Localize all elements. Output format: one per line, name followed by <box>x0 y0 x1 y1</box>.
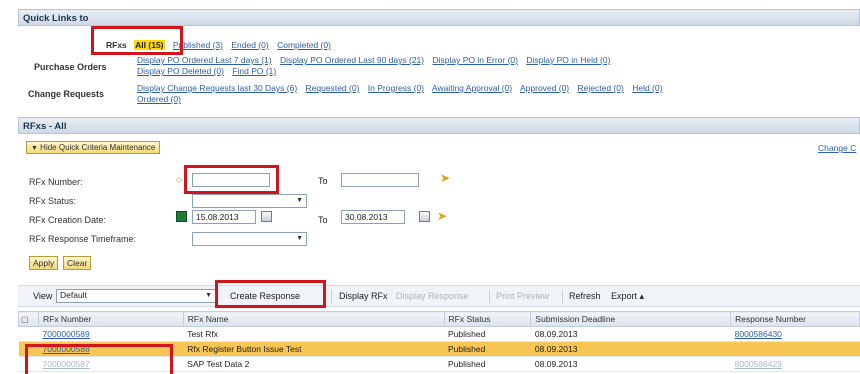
purchase-orders-line2: Display PO Deleted (0) Find PO (1) <box>137 66 282 76</box>
toolbar-separator <box>562 290 563 303</box>
row-selector[interactable] <box>18 326 39 342</box>
toolbar-separator <box>331 290 332 303</box>
cr-requested-link[interactable]: Requested (0) <box>306 83 360 93</box>
print-preview-button: Print Preview <box>496 291 550 301</box>
column-header-response-number[interactable]: Response Number <box>730 311 860 327</box>
quick-links-header: Quick Links to <box>18 9 860 26</box>
view-select-value: Default <box>60 290 87 300</box>
refresh-button[interactable]: Refresh <box>569 291 601 301</box>
dropdown-arrow-icon: ▼ <box>205 292 212 299</box>
submission-deadline-cell: 08.09.2013 <box>530 341 731 357</box>
calendar-green-icon[interactable] <box>176 211 187 222</box>
go-arrow-icon[interactable]: ➤ <box>437 210 447 222</box>
cr-approved-link[interactable]: Approved (0) <box>520 83 569 93</box>
change-criteria-link[interactable]: Change C <box>818 143 856 153</box>
find-po-link[interactable]: Find PO (1) <box>232 66 276 76</box>
po-last-7-days-link[interactable]: Display PO Ordered Last 7 days (1) <box>137 55 272 65</box>
go-arrow-icon[interactable]: ➤ <box>440 172 450 184</box>
triangle-down-icon: ▼ <box>31 145 38 152</box>
rfxs-panel-title: RFxs - All <box>23 121 67 132</box>
export-button[interactable]: Export ▴ <box>611 291 644 302</box>
rfx-number-to-input[interactable] <box>341 173 419 187</box>
rfx-number-to-label: To <box>318 176 328 186</box>
select-all-cell[interactable]: ▢ <box>18 311 39 327</box>
calendar-picker-icon[interactable] <box>419 211 430 222</box>
rfx-name-cell: Rfx Register Button Issue Test <box>183 341 445 357</box>
rfx-name-cell: Test Rfx <box>183 326 445 342</box>
rfx-status-cell: Published <box>444 356 531 372</box>
column-header-rfx-number[interactable]: RFx Number <box>37 311 184 327</box>
display-response-button: Display Response <box>396 291 469 301</box>
rfxs-panel-header: RFxs - All <box>18 117 860 134</box>
cr-ordered-link[interactable]: Ordered (0) <box>137 94 181 104</box>
column-header-rfx-name[interactable]: RFx Name <box>182 311 445 327</box>
po-in-held-link[interactable]: Display PO in Held (0) <box>526 55 610 65</box>
rfx-status-cell: Published <box>444 326 531 342</box>
display-rfx-button[interactable]: Display RFx <box>339 291 388 301</box>
rfx-status-cell: Published <box>444 341 531 357</box>
cr-last-30-days-link[interactable]: Display Change Requests last 30 Days (6) <box>137 83 297 93</box>
creation-date-from-input[interactable] <box>192 210 256 224</box>
table-header-row: ▢ RFx Number RFx Name RFx Status Submiss… <box>18 311 860 327</box>
table-row[interactable]: 7000000589 Test Rfx Published 08.09.2013… <box>18 326 860 342</box>
purchase-orders-label: Purchase Orders <box>34 62 107 72</box>
cr-in-progress-link[interactable]: In Progress (0) <box>368 83 424 93</box>
dropdown-arrow-icon: ▼ <box>296 197 303 204</box>
submission-deadline-cell: 08.09.2013 <box>530 356 731 372</box>
po-last-90-days-link[interactable]: Display PO Ordered Last 90 days (21) <box>280 55 424 65</box>
rfx-name-cell: SAP Test Data 2 <box>183 356 445 372</box>
creation-date-label: RFx Creation Date: <box>29 215 107 225</box>
change-requests-line2: Ordered (0) <box>137 94 187 104</box>
highlight-rfxs-all <box>91 26 183 55</box>
hide-quick-criteria-button[interactable]: ▼ Hide Quick Criteria Maintenance <box>26 141 161 154</box>
cr-rejected-link[interactable]: Rejected (0) <box>578 83 624 93</box>
toolbar-separator <box>489 290 490 303</box>
creation-date-to-input[interactable] <box>341 210 405 224</box>
highlight-create-response <box>215 280 326 308</box>
highlight-selected-rfx-number <box>25 344 173 374</box>
rfxs-ended-link[interactable]: Ended (0) <box>231 40 268 50</box>
rfx-number-link[interactable]: 7000000589 <box>42 329 89 339</box>
column-header-rfx-status[interactable]: RFx Status <box>443 311 532 327</box>
hide-quick-criteria-label: Hide Quick Criteria Maintenance <box>40 143 156 152</box>
column-header-submission-deadline[interactable]: Submission Deadline <box>530 311 732 327</box>
change-requests-line1: Display Change Requests last 30 Days (6)… <box>137 83 668 93</box>
response-timeframe-select[interactable]: ▼ <box>192 232 307 246</box>
submission-deadline-cell: 08.09.2013 <box>530 326 731 342</box>
rfx-status-label: RFx Status: <box>29 196 77 206</box>
rfxs-completed-link[interactable]: Completed (0) <box>277 40 331 50</box>
response-number-link[interactable]: 8000586429 <box>735 359 782 369</box>
response-number-link[interactable]: 8000586430 <box>735 329 782 339</box>
change-requests-label: Change Requests <box>28 89 105 99</box>
cr-awaiting-approval-link[interactable]: Awaiting Approval (0) <box>432 83 512 93</box>
view-select[interactable]: Default ▼ <box>56 289 216 303</box>
view-label: View <box>33 291 53 301</box>
rfx-status-select[interactable]: ▼ <box>192 194 307 208</box>
purchase-orders-line1: Display PO Ordered Last 7 days (1) Displ… <box>137 55 616 65</box>
apply-button[interactable]: Apply <box>29 256 59 270</box>
calendar-picker-icon[interactable] <box>261 211 272 222</box>
po-in-error-link[interactable]: Display PO in Error (0) <box>432 55 518 65</box>
highlight-rfx-number <box>184 165 279 194</box>
dropdown-arrow-icon: ▼ <box>296 235 303 242</box>
response-timeframe-label: RFx Response Timeframe: <box>29 234 137 244</box>
po-deleted-link[interactable]: Display PO Deleted (0) <box>137 66 224 76</box>
cr-held-link[interactable]: Held (0) <box>632 83 662 93</box>
clear-button[interactable]: Clear <box>63 256 92 270</box>
rfx-number-label: RFx Number: <box>29 177 83 187</box>
required-diamond-icon: ◇ <box>176 175 183 184</box>
select-all-icon[interactable]: ▢ <box>21 315 29 324</box>
quick-links-title: Quick Links to <box>23 13 89 24</box>
creation-date-to-label: To <box>318 215 328 225</box>
